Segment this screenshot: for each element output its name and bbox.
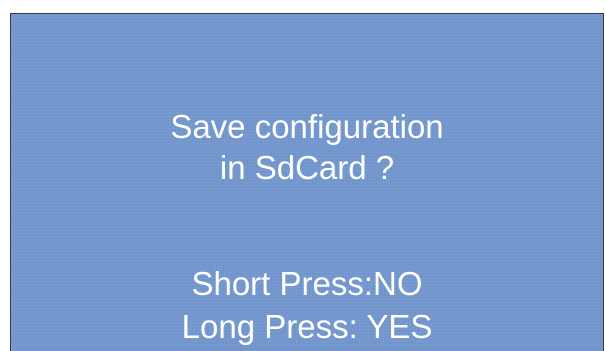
- short-press-option: Short Press:NO: [191, 265, 423, 302]
- prompt-line-1: Save configuration: [170, 108, 444, 145]
- prompt-line-2: in SdCard ?: [219, 149, 395, 186]
- long-press-option: Long Press: YES: [181, 308, 433, 345]
- press-options: Short Press:NO Long Press: YES: [11, 262, 603, 348]
- device-screen: Save configuration in SdCard ? Short Pre…: [10, 13, 604, 351]
- save-config-prompt: Save configuration in SdCard ?: [11, 106, 603, 188]
